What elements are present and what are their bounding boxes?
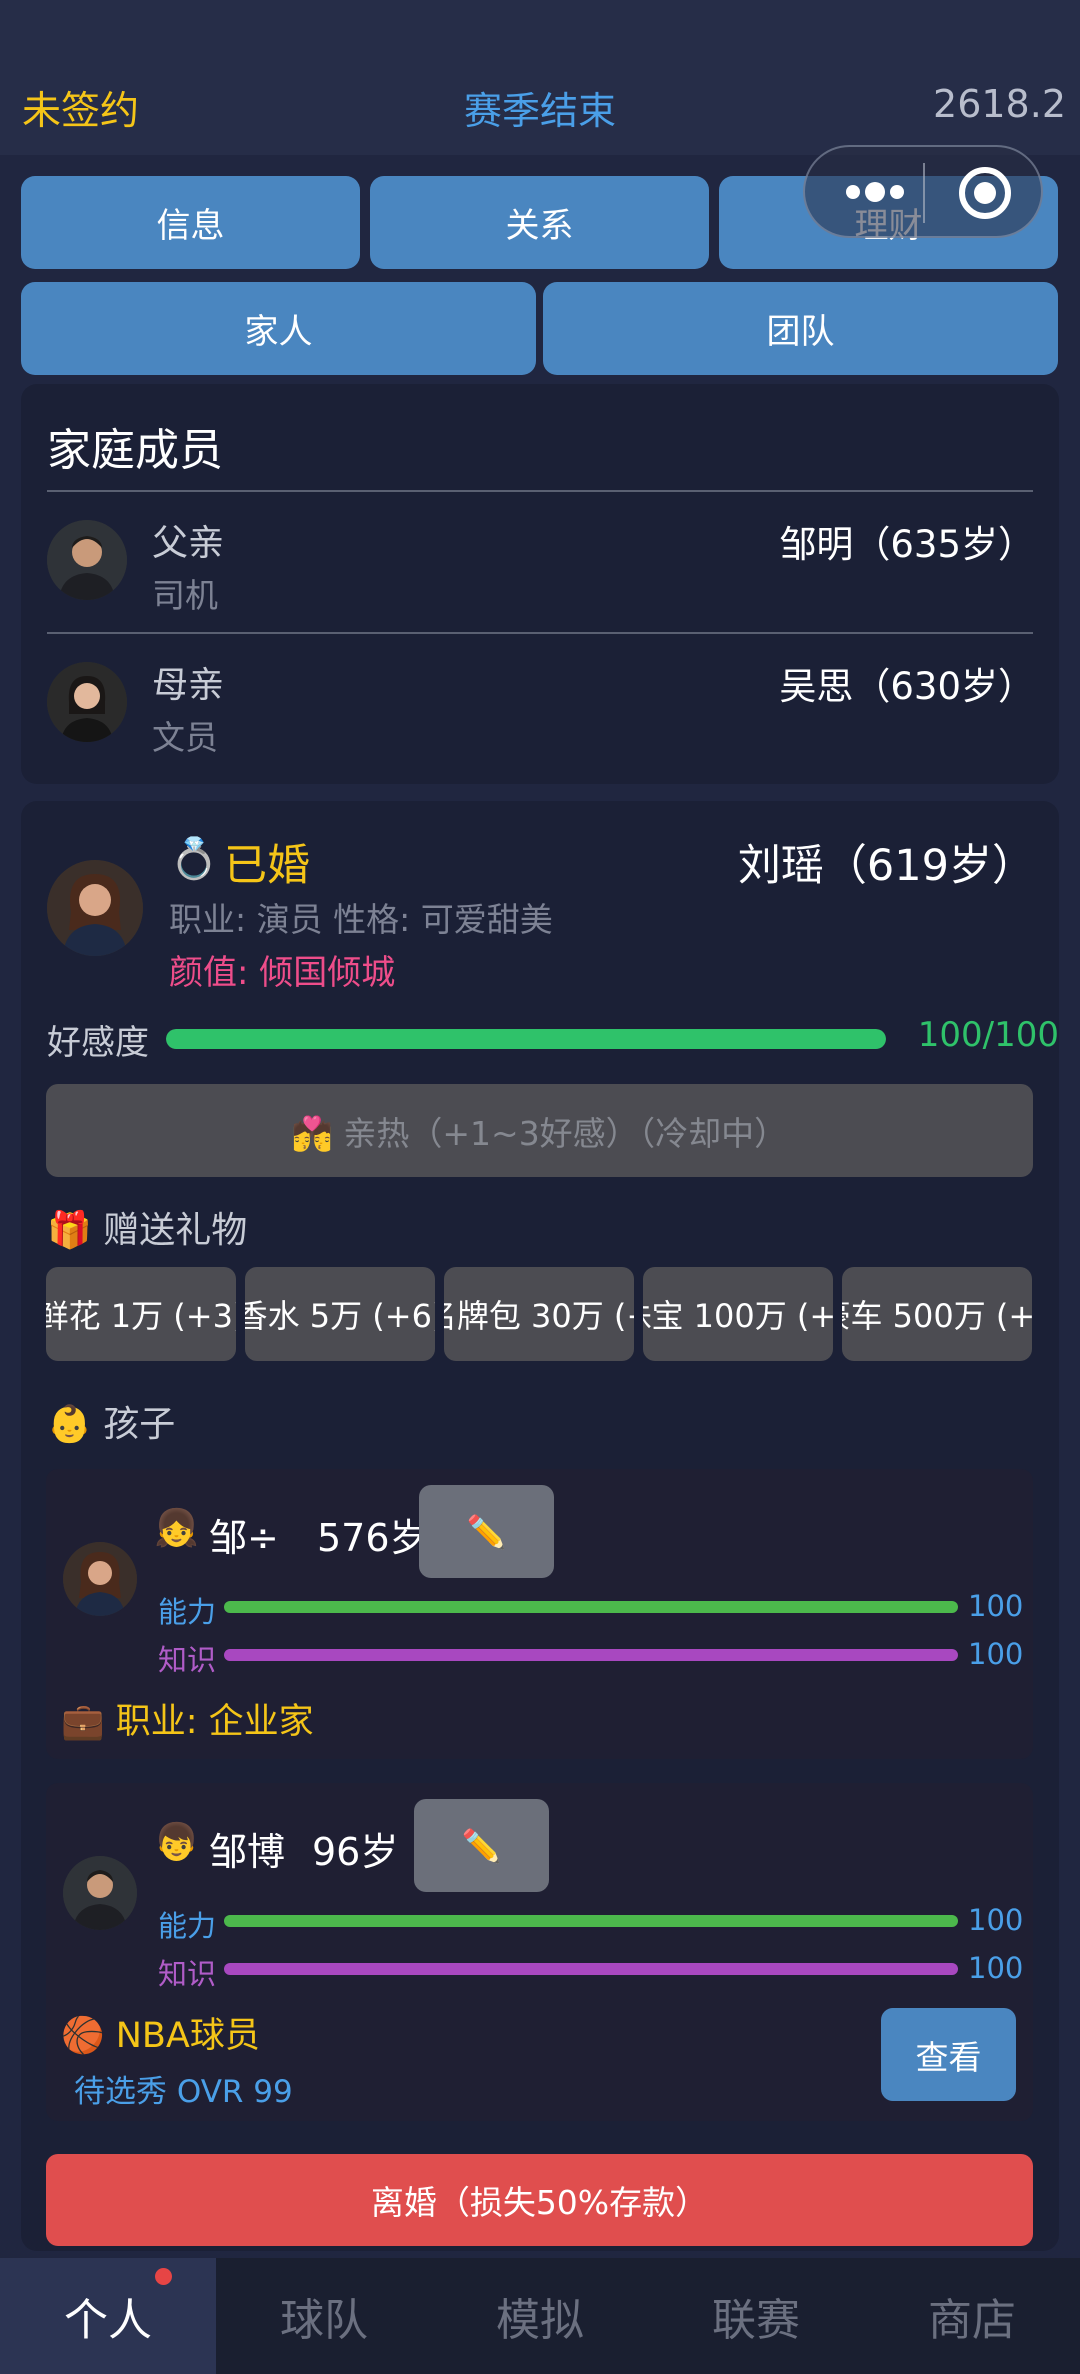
ability-bar: [224, 1601, 958, 1613]
girl-icon: 👧: [154, 1508, 199, 1549]
nav-label: 商店: [928, 2295, 1016, 2346]
child-age: 96岁: [312, 1830, 399, 1874]
notification-dot: [155, 2268, 172, 2285]
nav-label: 球队: [280, 2295, 368, 2346]
boy-icon: 👦: [154, 1822, 199, 1863]
children-section-title: 👶 孩子: [47, 1404, 176, 1445]
knowledge-label: 知识: [158, 1643, 217, 1677]
nav-league[interactable]: 联赛: [648, 2258, 864, 2374]
edit-name-button[interactable]: ✏️: [419, 1485, 554, 1578]
child-name: 邹博: [209, 1830, 286, 1874]
child-avatar: [63, 1542, 137, 1616]
member-relation: 父亲: [152, 523, 225, 564]
member-name: 吴思（630岁）: [779, 665, 1035, 708]
member-job: 司机: [152, 576, 218, 615]
gift-car-button[interactable]: 豪车 500万 (+3: [842, 1267, 1032, 1361]
child-age: 576岁: [317, 1516, 428, 1560]
bottom-nav: 个人 球队 模拟 联赛 商店: [0, 2258, 1080, 2374]
nav-label: 联赛: [712, 2295, 800, 2346]
family-title: 家庭成员: [47, 425, 223, 476]
ability-label: 能力: [158, 1595, 217, 1629]
draft-status: 待选秀 OVR 99: [74, 2074, 293, 2110]
child-avatar: [63, 1856, 137, 1930]
affection-label: 好感度: [47, 1023, 149, 1063]
edit-name-button[interactable]: ✏️: [414, 1799, 549, 1892]
season-status: 赛季结束: [463, 89, 616, 133]
nav-shop[interactable]: 商店: [864, 2258, 1080, 2374]
divorce-button[interactable]: 离婚（损失50%存款）: [46, 2154, 1033, 2246]
knowledge-value: 100: [968, 1637, 1024, 1671]
gift-flowers-button[interactable]: 鲜花 1万 (+3): [46, 1267, 236, 1361]
child-career: 💼 职业: 企业家: [61, 1702, 314, 1742]
nav-team[interactable]: 球队: [216, 2258, 432, 2374]
tab-family[interactable]: 家人: [21, 282, 536, 375]
affection-fill: [166, 1029, 886, 1049]
divider: [47, 632, 1033, 634]
member-relation: 母亲: [152, 665, 225, 706]
member-name: 邹明（635岁）: [779, 523, 1035, 566]
intimate-button[interactable]: 💏 亲热（+1~3好感）（冷却中）: [46, 1084, 1033, 1177]
nav-label: 模拟: [496, 2295, 584, 2346]
top-bar: 未签约 赛季结束 2618.2: [0, 0, 1080, 155]
child-name: 邹÷: [209, 1516, 279, 1560]
affection-value: 100/100: [917, 1015, 1059, 1055]
money-balance: 2618.2: [933, 82, 1066, 126]
knowledge-bar: [224, 1963, 958, 1975]
child-card: 👧 邹÷ 576岁 ✏️ 能力 100 知识 100 💼 职业: 企业家: [46, 1469, 1033, 1759]
knowledge-label: 知识: [158, 1957, 217, 1991]
gift-handbag-button[interactable]: 名牌包 30万 (+: [444, 1267, 634, 1361]
ability-value: 100: [968, 1903, 1024, 1937]
spouse-info: 职业: 演员 性格: 可爱甜美: [169, 900, 553, 939]
mother-avatar: [47, 662, 127, 742]
knowledge-value: 100: [968, 1951, 1024, 1985]
child-card: 👦 邹博 96岁 ✏️ 能力 100 知识 100 🏀 NBA球员 待选秀 OV…: [46, 1783, 1033, 2121]
ability-bar: [224, 1915, 958, 1927]
view-player-button[interactable]: 查看: [881, 2008, 1016, 2101]
father-avatar: [47, 520, 127, 600]
marital-status: 已婚: [224, 841, 310, 891]
spouse-avatar: [47, 860, 143, 956]
affection-bar: [166, 1029, 886, 1049]
more-dots-icon[interactable]: [837, 169, 917, 215]
capsule-divider: [923, 163, 925, 223]
tab-relations[interactable]: 关系: [370, 176, 709, 269]
gift-perfume-button[interactable]: 香水 5万 (+6): [245, 1267, 435, 1361]
child-career: 🏀 NBA球员: [61, 2016, 260, 2056]
close-target-icon[interactable]: [959, 167, 1011, 219]
knowledge-bar: [224, 1649, 958, 1661]
nav-label: 个人: [64, 2295, 152, 2346]
tab-info[interactable]: 信息: [21, 176, 360, 269]
ring-icon: 💍: [169, 836, 219, 882]
nav-personal[interactable]: 个人: [0, 2258, 216, 2374]
divider: [47, 490, 1033, 492]
family-card: 家庭成员 父亲 司机 邹明（635岁） 母亲 文员 吴思（630岁）: [21, 384, 1059, 784]
spouse-looks: 颜值: 倾国倾城: [169, 953, 396, 993]
ability-value: 100: [968, 1589, 1024, 1623]
gift-section-title: 🎁 赠送礼物: [47, 1210, 248, 1251]
spouse-card: 💍 已婚 刘瑶（619岁） 职业: 演员 性格: 可爱甜美 颜值: 倾国倾城 好…: [21, 801, 1059, 2251]
mini-program-capsule: [803, 145, 1043, 238]
ability-label: 能力: [158, 1909, 217, 1943]
spouse-name: 刘瑶（619岁）: [737, 841, 1035, 891]
gift-jewelry-button[interactable]: 珠宝 100万 (+2: [643, 1267, 833, 1361]
tab-team[interactable]: 团队: [543, 282, 1058, 375]
nav-simulate[interactable]: 模拟: [432, 2258, 648, 2374]
member-job: 文员: [152, 718, 218, 757]
